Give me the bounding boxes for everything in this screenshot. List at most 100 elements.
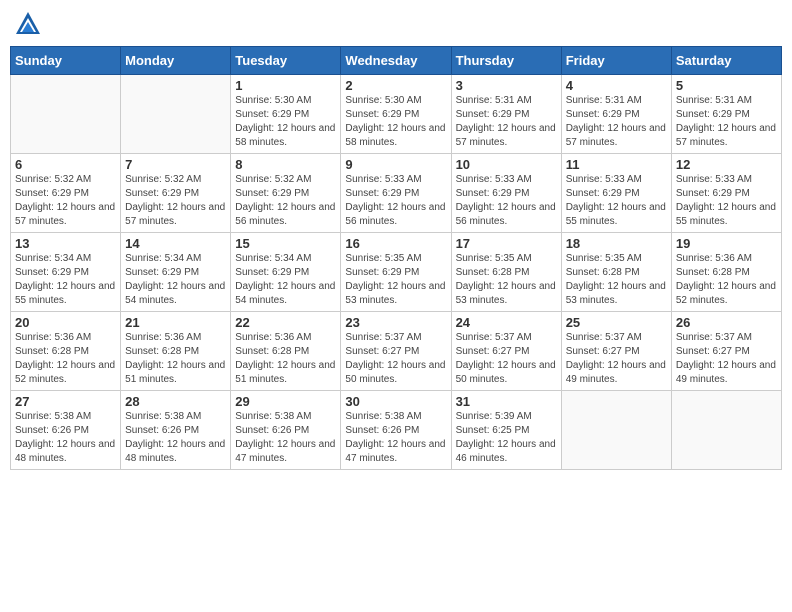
header-friday: Friday	[561, 47, 671, 75]
logo	[14, 10, 46, 38]
header-monday: Monday	[121, 47, 231, 75]
day-number: 5	[676, 78, 777, 93]
day-info: Sunrise: 5:32 AM Sunset: 6:29 PM Dayligh…	[125, 173, 226, 229]
calendar-cell: 15Sunrise: 5:34 AM Sunset: 6:29 PM Dayli…	[231, 233, 341, 312]
calendar-cell: 22Sunrise: 5:36 AM Sunset: 6:28 PM Dayli…	[231, 312, 341, 391]
calendar-cell: 31Sunrise: 5:39 AM Sunset: 6:25 PM Dayli…	[451, 391, 561, 470]
day-number: 11	[566, 157, 667, 172]
day-number: 2	[345, 78, 446, 93]
calendar-cell: 30Sunrise: 5:38 AM Sunset: 6:26 PM Dayli…	[341, 391, 451, 470]
day-number: 13	[15, 236, 116, 251]
day-number: 16	[345, 236, 446, 251]
calendar-cell: 1Sunrise: 5:30 AM Sunset: 6:29 PM Daylig…	[231, 75, 341, 154]
day-info: Sunrise: 5:37 AM Sunset: 6:27 PM Dayligh…	[566, 331, 667, 387]
header-sunday: Sunday	[11, 47, 121, 75]
header-wednesday: Wednesday	[341, 47, 451, 75]
day-info: Sunrise: 5:30 AM Sunset: 6:29 PM Dayligh…	[235, 94, 336, 150]
calendar-cell: 24Sunrise: 5:37 AM Sunset: 6:27 PM Dayli…	[451, 312, 561, 391]
calendar-cell: 14Sunrise: 5:34 AM Sunset: 6:29 PM Dayli…	[121, 233, 231, 312]
day-info: Sunrise: 5:32 AM Sunset: 6:29 PM Dayligh…	[235, 173, 336, 229]
calendar-cell: 18Sunrise: 5:35 AM Sunset: 6:28 PM Dayli…	[561, 233, 671, 312]
header-thursday: Thursday	[451, 47, 561, 75]
calendar-cell: 7Sunrise: 5:32 AM Sunset: 6:29 PM Daylig…	[121, 154, 231, 233]
day-number: 1	[235, 78, 336, 93]
day-info: Sunrise: 5:35 AM Sunset: 6:28 PM Dayligh…	[456, 252, 557, 308]
calendar-cell: 13Sunrise: 5:34 AM Sunset: 6:29 PM Dayli…	[11, 233, 121, 312]
calendar-cell: 20Sunrise: 5:36 AM Sunset: 6:28 PM Dayli…	[11, 312, 121, 391]
day-info: Sunrise: 5:37 AM Sunset: 6:27 PM Dayligh…	[676, 331, 777, 387]
day-number: 29	[235, 394, 336, 409]
day-info: Sunrise: 5:38 AM Sunset: 6:26 PM Dayligh…	[15, 410, 116, 466]
day-info: Sunrise: 5:37 AM Sunset: 6:27 PM Dayligh…	[456, 331, 557, 387]
day-info: Sunrise: 5:36 AM Sunset: 6:28 PM Dayligh…	[15, 331, 116, 387]
day-number: 23	[345, 315, 446, 330]
calendar-cell	[121, 75, 231, 154]
day-number: 19	[676, 236, 777, 251]
day-info: Sunrise: 5:33 AM Sunset: 6:29 PM Dayligh…	[345, 173, 446, 229]
calendar-cell	[561, 391, 671, 470]
day-number: 28	[125, 394, 226, 409]
day-info: Sunrise: 5:30 AM Sunset: 6:29 PM Dayligh…	[345, 94, 446, 150]
day-info: Sunrise: 5:34 AM Sunset: 6:29 PM Dayligh…	[235, 252, 336, 308]
day-number: 27	[15, 394, 116, 409]
calendar-cell: 4Sunrise: 5:31 AM Sunset: 6:29 PM Daylig…	[561, 75, 671, 154]
calendar-cell: 10Sunrise: 5:33 AM Sunset: 6:29 PM Dayli…	[451, 154, 561, 233]
day-info: Sunrise: 5:31 AM Sunset: 6:29 PM Dayligh…	[566, 94, 667, 150]
calendar-cell: 27Sunrise: 5:38 AM Sunset: 6:26 PM Dayli…	[11, 391, 121, 470]
day-info: Sunrise: 5:36 AM Sunset: 6:28 PM Dayligh…	[125, 331, 226, 387]
day-number: 3	[456, 78, 557, 93]
calendar-cell: 3Sunrise: 5:31 AM Sunset: 6:29 PM Daylig…	[451, 75, 561, 154]
calendar-week-row: 27Sunrise: 5:38 AM Sunset: 6:26 PM Dayli…	[11, 391, 782, 470]
calendar-cell	[11, 75, 121, 154]
calendar-cell	[671, 391, 781, 470]
day-number: 21	[125, 315, 226, 330]
calendar-cell: 23Sunrise: 5:37 AM Sunset: 6:27 PM Dayli…	[341, 312, 451, 391]
day-number: 6	[15, 157, 116, 172]
calendar-cell: 26Sunrise: 5:37 AM Sunset: 6:27 PM Dayli…	[671, 312, 781, 391]
day-number: 26	[676, 315, 777, 330]
calendar-cell: 21Sunrise: 5:36 AM Sunset: 6:28 PM Dayli…	[121, 312, 231, 391]
day-number: 9	[345, 157, 446, 172]
calendar-cell: 29Sunrise: 5:38 AM Sunset: 6:26 PM Dayli…	[231, 391, 341, 470]
day-info: Sunrise: 5:34 AM Sunset: 6:29 PM Dayligh…	[15, 252, 116, 308]
calendar-cell: 8Sunrise: 5:32 AM Sunset: 6:29 PM Daylig…	[231, 154, 341, 233]
day-info: Sunrise: 5:31 AM Sunset: 6:29 PM Dayligh…	[456, 94, 557, 150]
day-info: Sunrise: 5:38 AM Sunset: 6:26 PM Dayligh…	[125, 410, 226, 466]
calendar-cell: 19Sunrise: 5:36 AM Sunset: 6:28 PM Dayli…	[671, 233, 781, 312]
day-number: 24	[456, 315, 557, 330]
day-number: 20	[15, 315, 116, 330]
header-saturday: Saturday	[671, 47, 781, 75]
day-info: Sunrise: 5:39 AM Sunset: 6:25 PM Dayligh…	[456, 410, 557, 466]
day-number: 12	[676, 157, 777, 172]
day-info: Sunrise: 5:36 AM Sunset: 6:28 PM Dayligh…	[235, 331, 336, 387]
day-info: Sunrise: 5:36 AM Sunset: 6:28 PM Dayligh…	[676, 252, 777, 308]
day-info: Sunrise: 5:38 AM Sunset: 6:26 PM Dayligh…	[345, 410, 446, 466]
page-header	[10, 10, 782, 38]
calendar-cell: 28Sunrise: 5:38 AM Sunset: 6:26 PM Dayli…	[121, 391, 231, 470]
calendar-cell: 16Sunrise: 5:35 AM Sunset: 6:29 PM Dayli…	[341, 233, 451, 312]
day-info: Sunrise: 5:31 AM Sunset: 6:29 PM Dayligh…	[676, 94, 777, 150]
day-number: 25	[566, 315, 667, 330]
day-info: Sunrise: 5:35 AM Sunset: 6:28 PM Dayligh…	[566, 252, 667, 308]
day-number: 14	[125, 236, 226, 251]
day-info: Sunrise: 5:33 AM Sunset: 6:29 PM Dayligh…	[566, 173, 667, 229]
day-number: 10	[456, 157, 557, 172]
calendar-week-row: 20Sunrise: 5:36 AM Sunset: 6:28 PM Dayli…	[11, 312, 782, 391]
day-info: Sunrise: 5:35 AM Sunset: 6:29 PM Dayligh…	[345, 252, 446, 308]
calendar-header-row: SundayMondayTuesdayWednesdayThursdayFrid…	[11, 47, 782, 75]
day-info: Sunrise: 5:38 AM Sunset: 6:26 PM Dayligh…	[235, 410, 336, 466]
calendar-week-row: 6Sunrise: 5:32 AM Sunset: 6:29 PM Daylig…	[11, 154, 782, 233]
day-number: 31	[456, 394, 557, 409]
calendar-cell: 17Sunrise: 5:35 AM Sunset: 6:28 PM Dayli…	[451, 233, 561, 312]
header-tuesday: Tuesday	[231, 47, 341, 75]
calendar-cell: 25Sunrise: 5:37 AM Sunset: 6:27 PM Dayli…	[561, 312, 671, 391]
day-info: Sunrise: 5:37 AM Sunset: 6:27 PM Dayligh…	[345, 331, 446, 387]
day-info: Sunrise: 5:33 AM Sunset: 6:29 PM Dayligh…	[456, 173, 557, 229]
calendar-week-row: 1Sunrise: 5:30 AM Sunset: 6:29 PM Daylig…	[11, 75, 782, 154]
logo-icon	[14, 10, 42, 38]
calendar-table: SundayMondayTuesdayWednesdayThursdayFrid…	[10, 46, 782, 470]
day-number: 7	[125, 157, 226, 172]
day-info: Sunrise: 5:32 AM Sunset: 6:29 PM Dayligh…	[15, 173, 116, 229]
day-number: 22	[235, 315, 336, 330]
day-number: 17	[456, 236, 557, 251]
